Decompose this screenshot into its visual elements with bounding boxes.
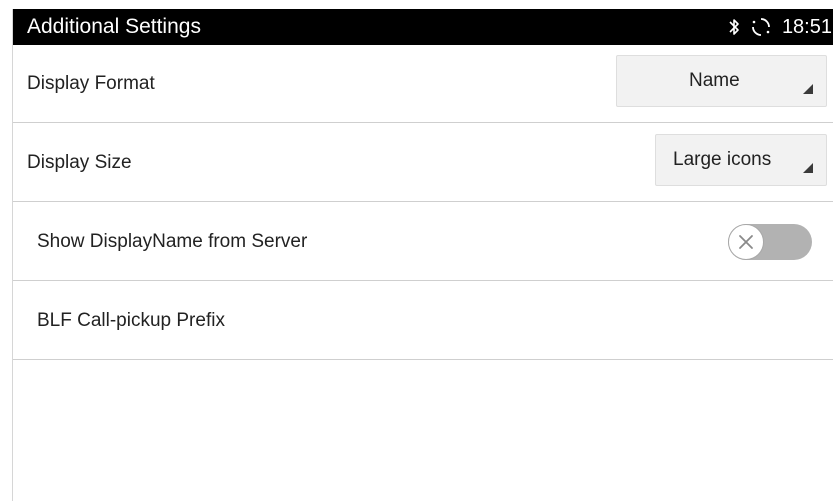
display-size-row: Display Size Large icons (13, 124, 833, 202)
page-title: Additional Settings (27, 15, 201, 38)
display-format-dropdown[interactable]: Name (616, 55, 827, 107)
blf-prefix-label: BLF Call-pickup Prefix (37, 310, 225, 331)
dropdown-caret-icon (803, 84, 813, 94)
toggle-knob (728, 224, 764, 260)
dropdown-caret-icon (803, 163, 813, 173)
status-time: 18:51 (781, 15, 832, 38)
show-displayname-toggle[interactable] (728, 224, 812, 260)
show-displayname-row[interactable]: Show DisplayName from Server (13, 203, 833, 281)
sync-icon (750, 16, 772, 38)
display-format-label: Display Format (27, 73, 155, 94)
settings-screen: Additional Settings 18:51 Display Format (12, 9, 833, 501)
display-size-label: Display Size (27, 152, 132, 173)
display-size-dropdown[interactable]: Large icons (655, 134, 827, 186)
status-indicators: 18:51 (728, 14, 832, 40)
display-format-value: Name (689, 70, 740, 91)
bluetooth-icon (728, 17, 740, 37)
display-format-row: Display Format Name (13, 45, 833, 123)
title-bar: Additional Settings 18:51 (13, 9, 833, 45)
blf-prefix-row[interactable]: BLF Call-pickup Prefix (13, 282, 833, 360)
display-size-value: Large icons (673, 149, 772, 170)
close-icon (739, 235, 753, 249)
show-displayname-label: Show DisplayName from Server (37, 231, 308, 252)
